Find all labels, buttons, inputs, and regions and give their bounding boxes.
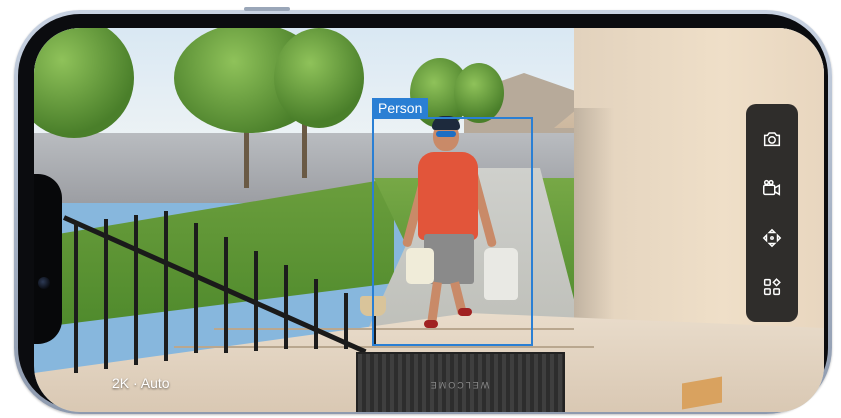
stream-quality-label[interactable]: 2K · Auto xyxy=(112,375,170,391)
front-camera-lens xyxy=(38,277,50,289)
railing-top-bar xyxy=(62,215,367,355)
camera-live-view: WELCOME Person 2K · Auto xyxy=(34,28,824,412)
front-camera-notch xyxy=(34,174,62,344)
phone-side-button xyxy=(244,7,290,11)
railing-bar xyxy=(224,237,228,353)
tree xyxy=(454,63,504,123)
camera-control-panel xyxy=(746,104,798,322)
railing-bar xyxy=(74,223,78,373)
railing-bar xyxy=(164,211,168,361)
person-detection-box xyxy=(372,117,533,346)
railing-bar xyxy=(314,279,318,349)
wall-shadow xyxy=(574,108,614,328)
camera-icon xyxy=(763,132,781,146)
directional-arrows-icon xyxy=(762,228,782,248)
railing-bar xyxy=(284,265,288,349)
more-button[interactable] xyxy=(757,272,787,302)
detection-label: Person xyxy=(372,98,429,118)
snapshot-button[interactable] xyxy=(757,124,787,154)
doormat-text: WELCOME xyxy=(428,380,490,390)
railing-bar xyxy=(254,251,258,351)
stair-railing xyxy=(62,193,384,393)
railing-bar xyxy=(344,293,348,349)
railing-bar xyxy=(104,219,108,369)
railing-bar xyxy=(194,223,198,353)
tree xyxy=(274,28,364,128)
pan-tilt-button[interactable] xyxy=(757,223,787,253)
railing-bar xyxy=(134,215,138,365)
grid-apps-icon xyxy=(763,278,781,296)
video-camera-icon xyxy=(763,180,781,196)
record-button[interactable] xyxy=(757,173,787,203)
